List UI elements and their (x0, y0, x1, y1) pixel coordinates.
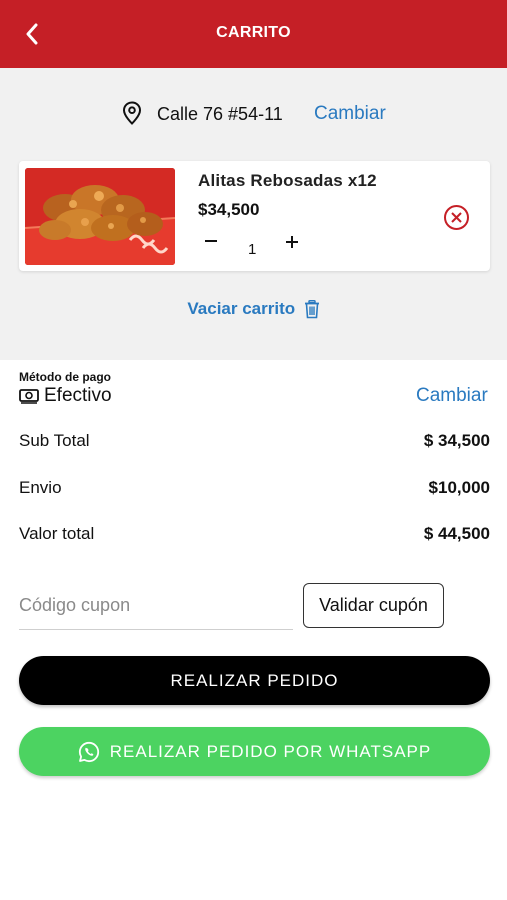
empty-cart-button[interactable]: Vaciar carrito (0, 299, 507, 319)
shipping-row: Envio $10,000 (19, 478, 490, 500)
subtotal-value: $ 34,500 (423, 431, 490, 450)
cart-section: Calle 76 #54-11 Cambiar Alitas Rebosadas… (0, 68, 507, 360)
coupon-input[interactable] (19, 582, 293, 630)
top-app-bar: CARRITO (0, 0, 507, 68)
payment-method: Efectivo (19, 385, 112, 407)
address-text: Calle 76 #54-11 (157, 104, 283, 124)
total-row: Valor total $ 44,500 (19, 524, 490, 546)
change-payment-link[interactable]: Cambiar (416, 385, 488, 407)
subtotal-label: Sub Total (19, 431, 90, 450)
payment-method-label: Método de pago (19, 370, 111, 384)
product-name: Alitas Rebosadas x12 (198, 171, 377, 190)
payment-method-value: Efectivo (44, 385, 112, 406)
remove-item-button[interactable] (443, 204, 470, 231)
total-label: Valor total (19, 524, 95, 543)
whatsapp-icon (78, 741, 99, 762)
delivery-address-row: Calle 76 #54-11 Cambiar (0, 99, 507, 129)
validate-coupon-button[interactable]: Validar cupón (303, 583, 444, 628)
whatsapp-order-button[interactable]: REALIZAR PEDIDO POR WHATSAPP (19, 727, 490, 776)
decrease-quantity-button[interactable] (203, 233, 219, 249)
location-pin-icon (122, 101, 142, 125)
page-title: CARRITO (216, 24, 291, 41)
change-address-link[interactable]: Cambiar (314, 103, 386, 125)
subtotal-row: Sub Total $ 34,500 (19, 431, 490, 453)
product-image (25, 168, 175, 265)
trash-icon (304, 299, 319, 318)
cart-item-card: Alitas Rebosadas x12 $34,500 1 (19, 161, 490, 271)
shipping-value: $10,000 (428, 478, 490, 497)
shipping-label: Envio (19, 478, 62, 497)
place-order-button[interactable]: REALIZAR PEDIDO (19, 656, 490, 705)
increase-quantity-button[interactable] (285, 235, 299, 249)
cash-icon (19, 389, 39, 404)
total-value: $ 44,500 (423, 524, 490, 543)
whatsapp-order-label: REALIZAR PEDIDO POR WHATSAPP (109, 741, 432, 761)
quantity-value: 1 (248, 241, 257, 258)
product-price: $34,500 (198, 200, 260, 219)
empty-cart-label: Vaciar carrito (187, 299, 296, 318)
